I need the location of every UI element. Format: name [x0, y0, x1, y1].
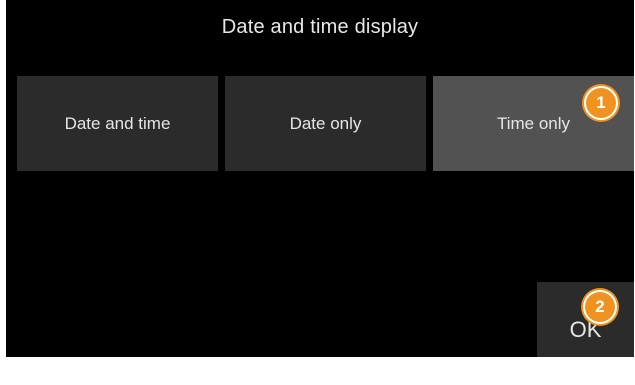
screen-frame: Date and time display Date and time Date…	[0, 0, 635, 385]
option-date-only-button[interactable]: Date only	[225, 76, 426, 171]
callout-marker-1: 1	[586, 88, 616, 118]
option-date-and-time-button[interactable]: Date and time	[17, 76, 218, 171]
callout-marker-2: 2	[585, 292, 615, 322]
option-label: Date only	[289, 113, 362, 133]
ok-button[interactable]: OK	[537, 282, 634, 357]
option-label: Date and time	[64, 113, 171, 133]
option-label: Time only	[496, 113, 571, 133]
date-time-display-screen: Date and time display Date and time Date…	[6, 0, 634, 357]
page-title: Date and time display	[221, 16, 419, 38]
